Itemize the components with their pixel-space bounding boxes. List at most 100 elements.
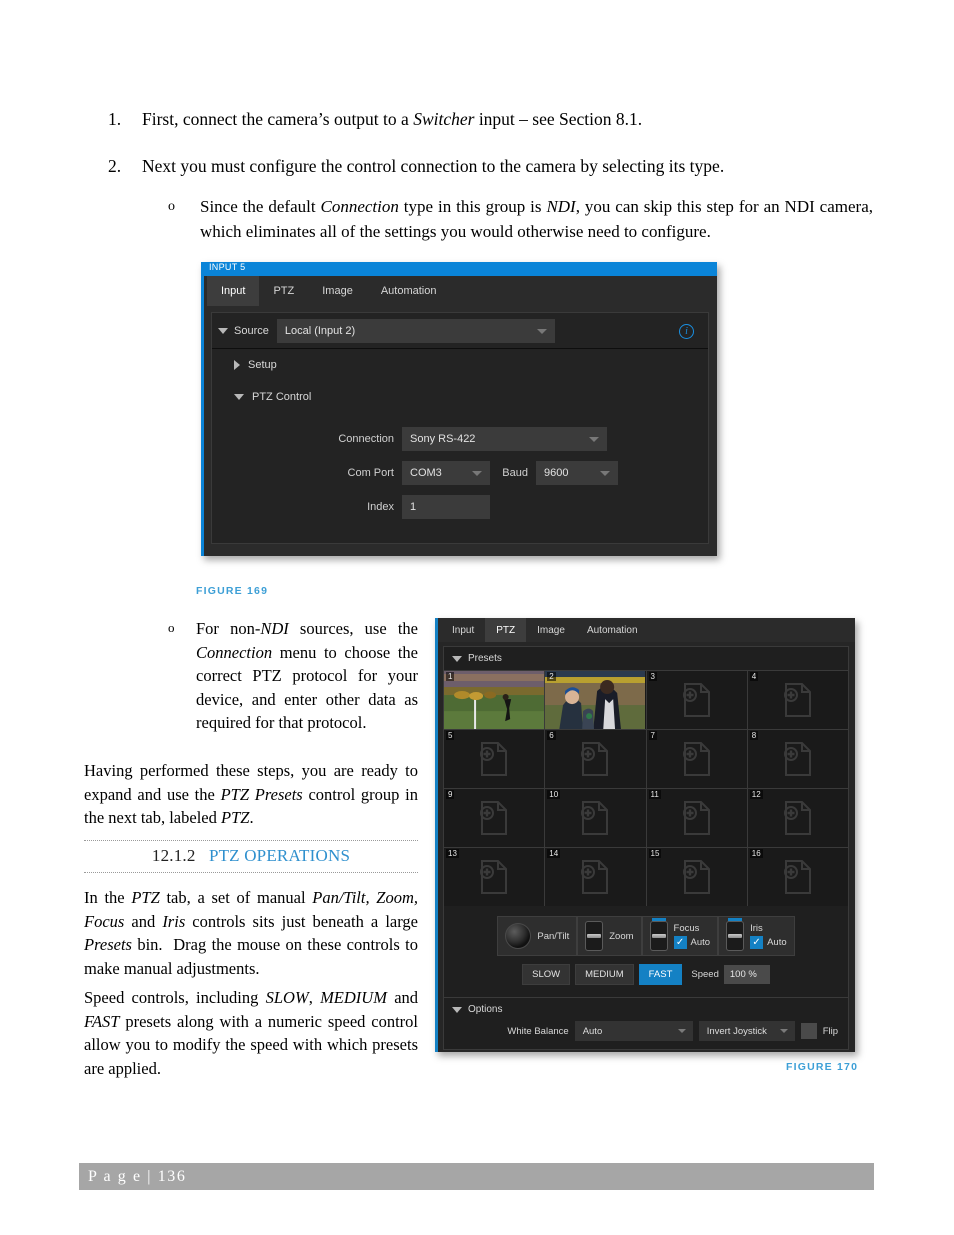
joystick-icon[interactable] [505,923,532,949]
preset-number: 8 [749,731,759,740]
iris-auto-row[interactable]: ✓ Auto [750,936,787,949]
tab-automation[interactable]: Automation [367,276,451,306]
zoom-control[interactable]: Zoom [577,916,642,956]
preset-slot[interactable]: 4 [747,671,848,729]
tab-image[interactable]: Image [526,618,576,642]
connection-select[interactable]: Sony RS-422 [402,427,607,451]
comport-baud-row: Com Port COM3 Baud 9600 [212,461,708,485]
speed-label: Speed [691,969,719,980]
iris-label: Iris [750,923,763,934]
preset-number: 1 [446,672,455,681]
preset-number: 5 [446,731,455,740]
preset-slot[interactable]: 15 [646,848,747,906]
options-row: White Balance Auto Invert Joystick Flip [444,1021,848,1041]
source-select[interactable]: Local (Input 2) [276,318,555,343]
preset-slot[interactable]: 1 [444,671,545,729]
bullet-text: For non-NDI sources, use the Connection … [196,619,418,733]
bullet-text: Since the default Connection type in thi… [200,197,873,241]
index-input[interactable]: 1 [402,495,490,519]
connection-label: Connection [338,433,394,445]
presets-label: Presets [468,653,502,664]
invert-joystick-value: Invert Joystick [706,1025,767,1037]
iris-slider[interactable] [726,918,745,951]
info-icon[interactable]: i [679,324,694,339]
invert-joystick-select[interactable]: Invert Joystick [698,1021,795,1041]
speed-controls-row: SLOW MEDIUM FAST Speed 100 % [444,964,848,985]
iris-control[interactable]: Iris ✓ Auto [718,916,795,956]
baud-select[interactable]: 9600 [536,461,618,485]
flip-label: Flip [822,1025,838,1037]
preset-number: 9 [446,790,455,799]
slider-knob-icon [651,934,666,938]
preset-slot[interactable]: 12 [747,789,848,847]
preset-number: 3 [648,672,657,681]
index-value: 1 [410,501,417,513]
preset-number: 11 [648,790,661,799]
preset-slot[interactable]: 10 [545,789,646,847]
tab-ptz[interactable]: PTZ [485,618,527,642]
preset-slot[interactable]: 3 [646,671,747,729]
options-group-header[interactable]: Options [444,1004,848,1015]
numbered-step-list: 1. First, connect the camera’s output to… [108,108,878,201]
focus-slider[interactable] [649,918,668,951]
preset-slot[interactable]: 6 [545,730,646,788]
checkbox-checked-icon[interactable]: ✓ [673,936,687,949]
speed-medium-button[interactable]: MEDIUM [575,964,634,985]
baud-value: 9600 [544,467,569,479]
flip-checkbox[interactable] [800,1023,817,1039]
zoom-slider[interactable] [585,921,604,951]
ptz-body: Presets 1 2 3 4 5 6 7 8 9 10 11 12 13 14… [443,646,849,1050]
group-ptz-control-label: PTZ Control [252,391,312,403]
preset-slot[interactable]: 5 [444,730,545,788]
tab-input[interactable]: Input [207,276,260,306]
presets-group-header[interactable]: Presets [444,647,848,670]
group-ptz-control[interactable]: PTZ Control [212,381,708,413]
white-balance-select[interactable]: Auto [574,1021,693,1041]
list-text: Next you must configure the control conn… [142,155,725,176]
preset-slot[interactable]: 11 [646,789,747,847]
preset-slot[interactable]: 16 [747,848,848,906]
section-number: 12.1.2 [151,846,196,865]
focus-control[interactable]: Focus ✓ Auto [641,916,719,956]
connection-row: Connection Sony RS-422 [212,427,708,451]
preset-number: 10 [547,790,561,799]
index-label: Index [367,501,394,513]
manual-controls-strip: Pan/Tilt Zoom Focus ✓ Auto Iris ✓ Auto [444,916,848,956]
list-text: First, connect the camera’s output to a … [142,109,643,129]
chevron-right-icon [234,360,240,370]
preset-slot[interactable]: 13 [444,848,545,906]
preset-slot[interactable]: 2 [545,671,646,729]
sub-bullet-ndi-default: o Since the default Connection type in t… [168,195,873,244]
chevron-down-icon [536,328,547,334]
speed-value-input[interactable]: 100 % [723,965,770,984]
focus-auto-row[interactable]: ✓ Auto [673,936,710,949]
bullet-marker: o [168,620,175,635]
slider-knob-icon [587,934,602,938]
options-label: Options [468,1004,503,1015]
tab-automation[interactable]: Automation [576,618,649,642]
checkbox-checked-icon[interactable]: ✓ [750,936,764,949]
tab-bar: Input PTZ Image Automation [201,276,717,306]
speed-slow-button[interactable]: SLOW [522,964,571,985]
speed-fast-button[interactable]: FAST [638,964,683,985]
group-setup[interactable]: Setup [212,349,708,381]
chevron-down-icon[interactable] [218,327,228,334]
options-section: Options White Balance Auto Invert Joysti… [444,997,848,1049]
pan-tilt-control[interactable]: Pan/Tilt [497,916,578,956]
white-balance-value: Auto [582,1025,603,1037]
preset-number: 12 [749,790,763,799]
list-item: 1. First, connect the camera’s output to… [108,108,878,132]
preset-slot[interactable]: 7 [646,730,747,788]
preset-number: 7 [648,731,657,740]
source-label: Source [234,324,269,337]
chevron-down-icon [600,471,610,476]
preset-slot[interactable]: 8 [747,730,848,788]
tab-input[interactable]: Input [441,618,485,642]
tab-ptz[interactable]: PTZ [259,276,308,306]
panel-accent-edge [435,618,438,1052]
com-port-select[interactable]: COM3 [402,461,490,485]
com-port-label: Com Port [347,467,394,479]
preset-slot[interactable]: 14 [545,848,646,906]
tab-image[interactable]: Image [308,276,367,306]
preset-slot[interactable]: 9 [444,789,545,847]
